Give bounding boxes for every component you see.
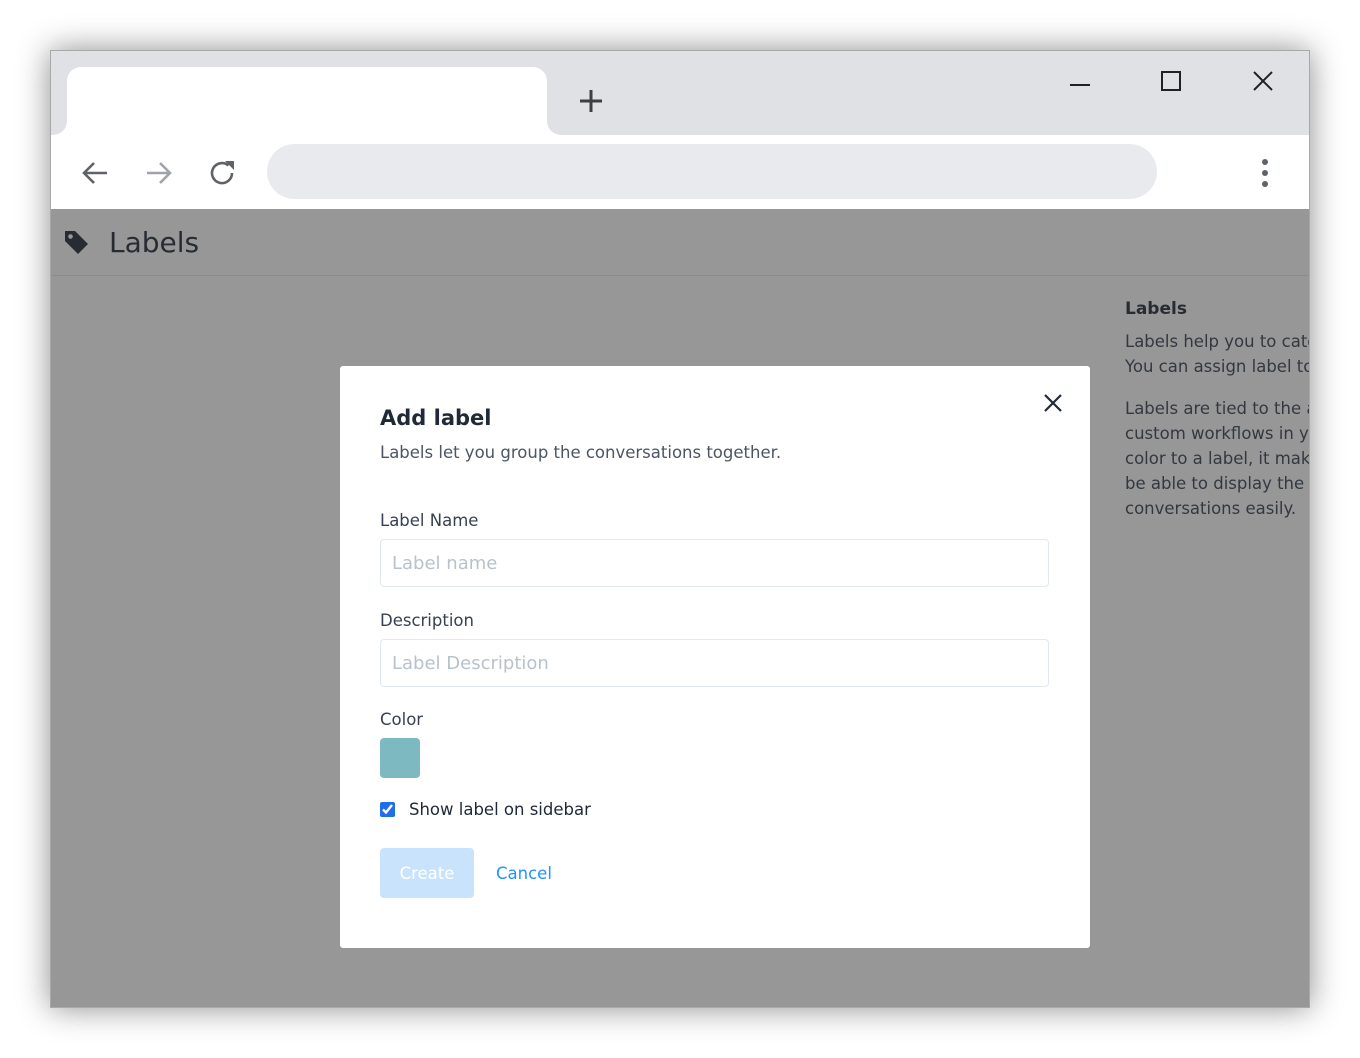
description-input[interactable]: [380, 639, 1049, 687]
reload-button[interactable]: [203, 153, 243, 193]
maximize-button[interactable]: [1149, 65, 1193, 97]
cancel-button[interactable]: Cancel: [486, 848, 562, 898]
modal-close-button[interactable]: [1038, 388, 1068, 418]
kebab-menu-icon: [1262, 159, 1268, 187]
description-label: Description: [380, 611, 474, 630]
new-tab-button[interactable]: [575, 85, 607, 117]
browser-tab[interactable]: [67, 67, 547, 135]
color-picker-swatch[interactable]: [380, 738, 420, 778]
browser-toolbar: [51, 135, 1309, 209]
create-button[interactable]: Create: [380, 848, 474, 898]
plus-icon: [580, 90, 602, 112]
color-label: Color: [380, 710, 424, 729]
reload-icon: [210, 161, 234, 185]
back-button[interactable]: [75, 153, 115, 193]
close-icon: [1044, 394, 1062, 412]
window-close-button[interactable]: [1241, 65, 1285, 97]
minimize-icon: [1070, 84, 1090, 86]
minimize-button[interactable]: [1058, 65, 1102, 97]
browser-window: Labels Labels Labels help you to cate Yo…: [50, 50, 1310, 1008]
show-on-sidebar-label: Show label on sidebar: [409, 800, 591, 819]
browser-menu-button[interactable]: [1245, 153, 1285, 193]
modal-subtitle: Labels let you group the conversations t…: [380, 443, 782, 462]
modal-title: Add label: [380, 406, 492, 430]
add-label-modal: Add label Labels let you group the conve…: [340, 366, 1090, 948]
label-name-input[interactable]: [380, 539, 1049, 587]
arrow-left-icon: [82, 162, 107, 184]
close-icon: [1253, 71, 1273, 91]
page-content: Labels Labels Labels help you to cate Yo…: [51, 209, 1309, 1007]
show-on-sidebar-checkbox[interactable]: [380, 802, 395, 817]
arrow-right-icon: [147, 162, 172, 184]
show-on-sidebar-row: Show label on sidebar: [380, 800, 591, 819]
tab-strip: [51, 51, 1309, 135]
label-name-label: Label Name: [380, 511, 479, 530]
forward-button[interactable]: [139, 153, 179, 193]
address-bar[interactable]: [267, 144, 1157, 199]
maximize-icon: [1161, 71, 1181, 91]
